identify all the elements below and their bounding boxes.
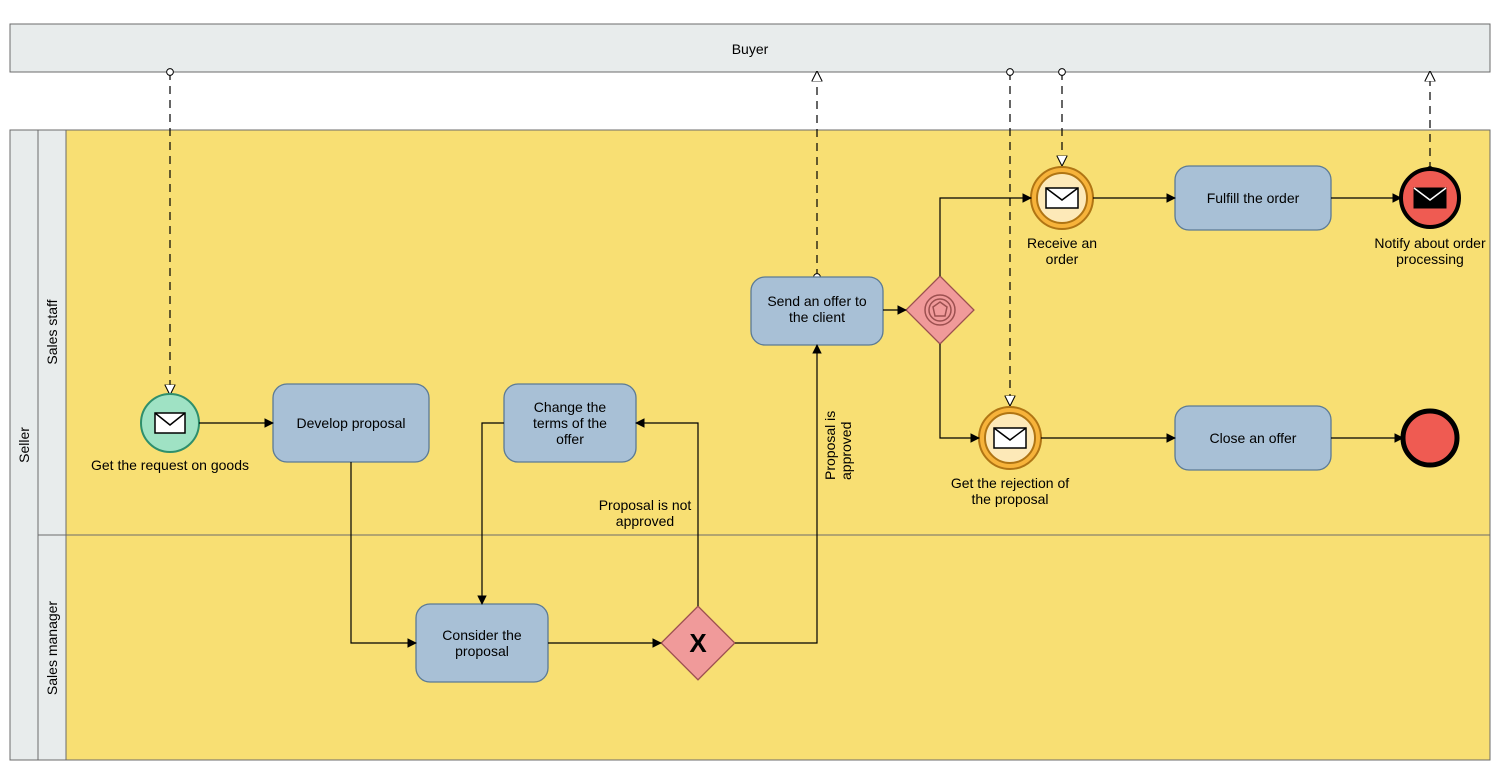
event-receive-order [1031, 167, 1093, 229]
task-fulfill-order-label: Fulfill the order [1207, 190, 1300, 206]
event-get-rejection-l1: Get the rejection of [951, 475, 1069, 491]
lane-sales-manager [66, 535, 1490, 760]
task-develop-proposal-label: Develop proposal [297, 415, 406, 431]
pool-seller-label: Seller [16, 427, 32, 463]
end-event-notify-l2: processing [1396, 251, 1464, 267]
label-not-approved-l2: approved [616, 513, 674, 529]
end-event-notify [1401, 169, 1459, 227]
task-close-offer-label: Close an offer [1210, 430, 1297, 446]
lane-sales-manager-label: Sales manager [44, 601, 60, 696]
end-event-notify-l1: Notify about order [1374, 235, 1486, 251]
label-not-approved-l1: Proposal is not [599, 497, 692, 513]
event-get-rejection-l2: the proposal [971, 491, 1048, 507]
pool-buyer-label: Buyer [732, 41, 769, 57]
label-approved-l1: Proposal is [822, 411, 838, 480]
lane-sales-staff-label: Sales staff [44, 299, 60, 364]
event-receive-order-l1: Receive an [1027, 235, 1097, 251]
task-send-offer-l2: the client [789, 309, 845, 325]
label-approved-l2: approved [838, 422, 854, 480]
start-event-label: Get the request on goods [91, 457, 249, 473]
event-get-rejection [979, 407, 1041, 469]
task-consider-proposal-l2: proposal [455, 643, 509, 659]
start-event-get-request [141, 394, 199, 452]
svg-text:X: X [689, 628, 707, 658]
task-change-terms-l2: terms of the [533, 415, 607, 431]
task-consider-proposal-l1: Consider the [442, 627, 522, 643]
event-receive-order-l2: order [1046, 251, 1079, 267]
task-change-terms-l3: offer [556, 431, 584, 447]
task-change-terms-l1: Change the [534, 399, 607, 415]
end-event-plain [1403, 411, 1457, 465]
task-send-offer-l1: Send an offer to [767, 293, 867, 309]
